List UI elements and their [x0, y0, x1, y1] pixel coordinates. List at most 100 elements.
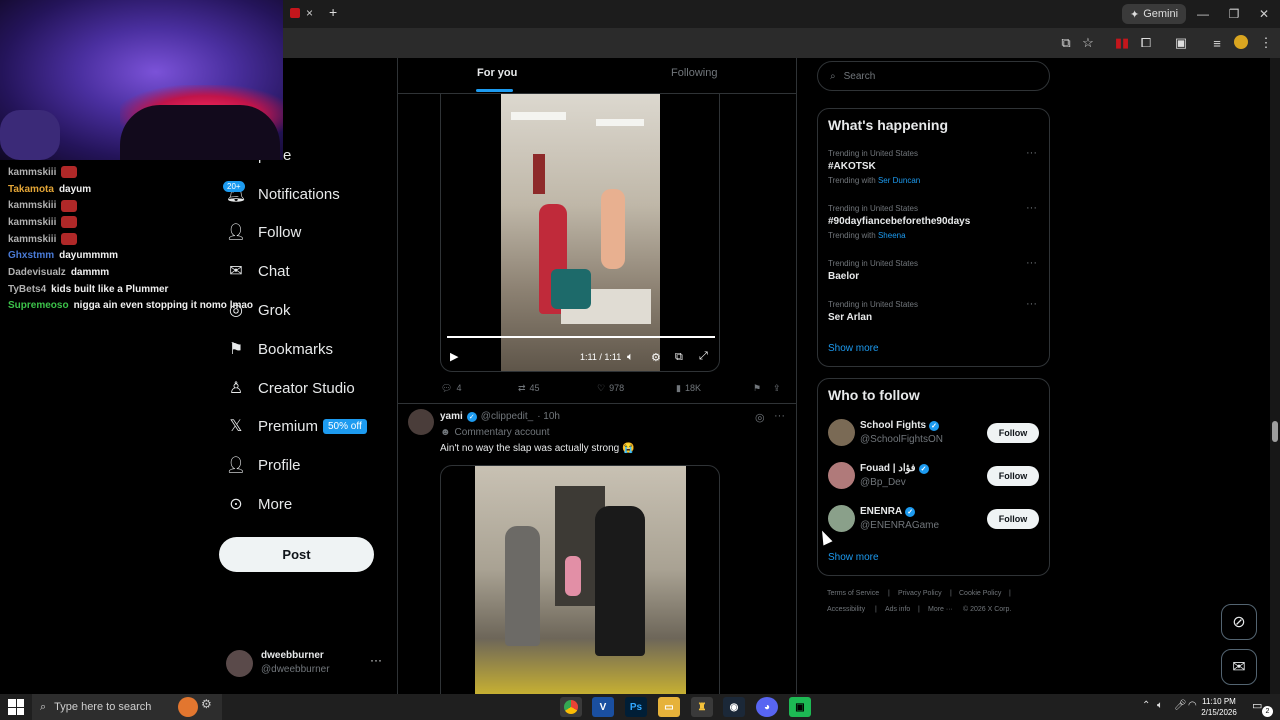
media-control-icon[interactable]: ≡	[1207, 33, 1227, 53]
play-icon[interactable]: ▶	[450, 350, 458, 363]
tweet-more-icon[interactable]: ···	[774, 410, 785, 422]
repost-button[interactable]: ⇄ 45	[518, 381, 540, 395]
basketball-icon[interactable]	[178, 697, 198, 717]
discord-taskbar-icon[interactable]: ◕	[756, 697, 778, 717]
search-highlight-icon[interactable]: ⚙	[201, 697, 219, 717]
page-scrollbar[interactable]	[1270, 58, 1280, 694]
who-to-follow-show-more[interactable]: Show more	[828, 552, 879, 563]
nav-profile[interactable]: 👤︎ Profile	[226, 446, 301, 484]
suggested-user-handle[interactable]: @ENENRAGame	[860, 520, 939, 531]
vscode-taskbar-icon[interactable]: V	[592, 697, 614, 717]
tab-close-button[interactable]: ×	[306, 6, 313, 20]
footer-cookie[interactable]: Cookie Policy	[959, 590, 1001, 597]
trend-name[interactable]: #90dayfiancebeforethe90days	[828, 216, 970, 227]
suggested-user-handle[interactable]: @SchoolFightsON	[860, 434, 943, 445]
account-more-icon[interactable]: ···	[370, 653, 382, 667]
sidebar-icon[interactable]: ▣	[1171, 33, 1191, 53]
scrollbar-thumb[interactable]	[1272, 421, 1278, 442]
speaker-icon[interactable]: 🔈︎	[1157, 700, 1163, 711]
footer-separator: |	[888, 590, 890, 597]
tab-for-you[interactable]: For you	[477, 67, 517, 79]
gemini-button[interactable]: ✦ Gemini	[1122, 4, 1187, 24]
trend-name[interactable]: #AKOTSK	[828, 161, 876, 172]
trend-name[interactable]: Baelor	[828, 271, 859, 282]
nav-creator-studio[interactable]: ♙ Creator Studio	[226, 369, 355, 407]
suggested-user-name-text: Fouad | فؤاد	[860, 463, 916, 474]
maximize-button[interactable]: ❐	[1219, 4, 1249, 24]
nav-premium[interactable]: 𝕏 Premium	[226, 407, 318, 445]
suggested-user-handle[interactable]: @Bp_Dev	[860, 477, 906, 488]
post-button[interactable]: Post	[219, 537, 374, 572]
follow-button[interactable]: Follow	[987, 423, 1039, 443]
suggested-user-name[interactable]: ENENRA ✓	[860, 506, 916, 517]
trend-related-link[interactable]: Ser Duncan	[878, 176, 920, 185]
share-icon[interactable]: ⇪	[773, 381, 781, 395]
microphone-icon[interactable]: 🎤︎	[1174, 700, 1187, 711]
cast-icon[interactable]: ⧉	[1056, 33, 1076, 53]
trend-related-link[interactable]: Sheena	[878, 231, 906, 240]
tray-chevron-icon[interactable]: ⌃	[1142, 700, 1150, 711]
photoshop-taskbar-icon[interactable]: Ps	[625, 697, 647, 717]
profile-avatar[interactable]	[1234, 35, 1248, 49]
account-switcher[interactable]: dweebburner @dweebburner ···	[226, 648, 386, 680]
windows-start-icon[interactable]	[8, 699, 24, 715]
settings-gear-icon[interactable]: ⚙	[651, 351, 661, 364]
tweet-author-name[interactable]: yami	[440, 411, 463, 422]
tab-following[interactable]: Following	[671, 67, 717, 79]
views-button[interactable]: ▮ 18K	[676, 381, 701, 395]
nav-bookmarks[interactable]: ⚑ Bookmarks	[226, 330, 333, 368]
chat-emote-icon	[61, 199, 78, 212]
extension-icon[interactable]: ▮▮	[1112, 33, 1132, 53]
trends-show-more[interactable]: Show more	[828, 343, 879, 354]
footer-accessibility[interactable]: Accessibility	[827, 606, 865, 613]
footer-terms[interactable]: Terms of Service	[827, 590, 879, 597]
tweet-video[interactable]: ▶ 1:11 / 1:11 🔈︎ ⚙ ⧉ ⤢	[440, 94, 720, 372]
fullscreen-icon[interactable]: ⤢	[699, 350, 708, 363]
app-icon[interactable]: ♜	[691, 697, 713, 717]
tweet-video[interactable]	[440, 465, 720, 695]
trend-name[interactable]: Ser Arlan	[828, 312, 872, 323]
volume-icon[interactable]: 🔈︎	[627, 351, 634, 364]
follow-button[interactable]: Follow	[987, 509, 1039, 529]
taskbar-clock[interactable]: 11:10 PM 2/15/2026	[1196, 696, 1242, 718]
trend-more-icon[interactable]: ···	[1026, 298, 1037, 310]
steam-taskbar-icon[interactable]: ◉	[723, 697, 745, 717]
trend-more-icon[interactable]: ···	[1026, 257, 1037, 269]
avatar[interactable]	[828, 462, 855, 489]
view-count: 18K	[684, 383, 701, 393]
footer-privacy[interactable]: Privacy Policy	[898, 590, 942, 597]
messages-float-button[interactable]: ✉	[1221, 649, 1257, 685]
file-explorer-icon[interactable]: ▭	[658, 697, 680, 717]
video-progress-bar[interactable]	[447, 336, 715, 338]
app-taskbar-icon[interactable]: ▣	[789, 697, 811, 717]
trend-more-icon[interactable]: ···	[1026, 202, 1037, 214]
verified-badge-icon: ✓	[466, 411, 477, 422]
like-button[interactable]: ♡ 978	[597, 381, 624, 395]
reply-button[interactable]: 💬︎ 4	[441, 381, 461, 395]
search-input[interactable]: ⌕ Search	[817, 61, 1050, 91]
close-window-button[interactable]: ✕	[1249, 4, 1279, 24]
bookmark-star-icon[interactable]: ☆	[1078, 33, 1098, 53]
tweet-author-handle[interactable]: @clippedit_	[481, 411, 533, 422]
menu-kebab-icon[interactable]: ⋮	[1256, 33, 1276, 53]
minimize-button[interactable]: —	[1188, 4, 1218, 24]
new-tab-button[interactable]: +	[329, 4, 337, 20]
bookmark-icon: ⚑	[228, 341, 244, 358]
follow-button[interactable]: Follow	[987, 466, 1039, 486]
extensions-puzzle-icon[interactable]: ⧠	[1136, 33, 1156, 53]
avatar[interactable]	[828, 505, 855, 532]
avatar[interactable]	[828, 419, 855, 446]
footer-more[interactable]: More ···	[928, 606, 953, 613]
nav-more[interactable]: ⊙ More	[226, 485, 292, 523]
chrome-taskbar-icon[interactable]	[560, 697, 582, 717]
grok-explain-icon[interactable]: ◎	[755, 411, 765, 424]
bookmark-icon[interactable]: ⚑	[753, 381, 761, 395]
suggested-user-name[interactable]: School Fights ✓	[860, 420, 940, 431]
tweet-author-avatar[interactable]	[408, 409, 434, 435]
pip-icon[interactable]: ⧉	[675, 351, 683, 364]
trend-more-icon[interactable]: ···	[1026, 147, 1037, 159]
footer-ads[interactable]: Ads info	[885, 606, 910, 613]
grok-float-button[interactable]: ⊘	[1221, 604, 1257, 640]
tweet-time[interactable]: · 10h	[537, 411, 560, 422]
suggested-user-name[interactable]: Fouad | فؤاد ✓	[860, 463, 929, 474]
